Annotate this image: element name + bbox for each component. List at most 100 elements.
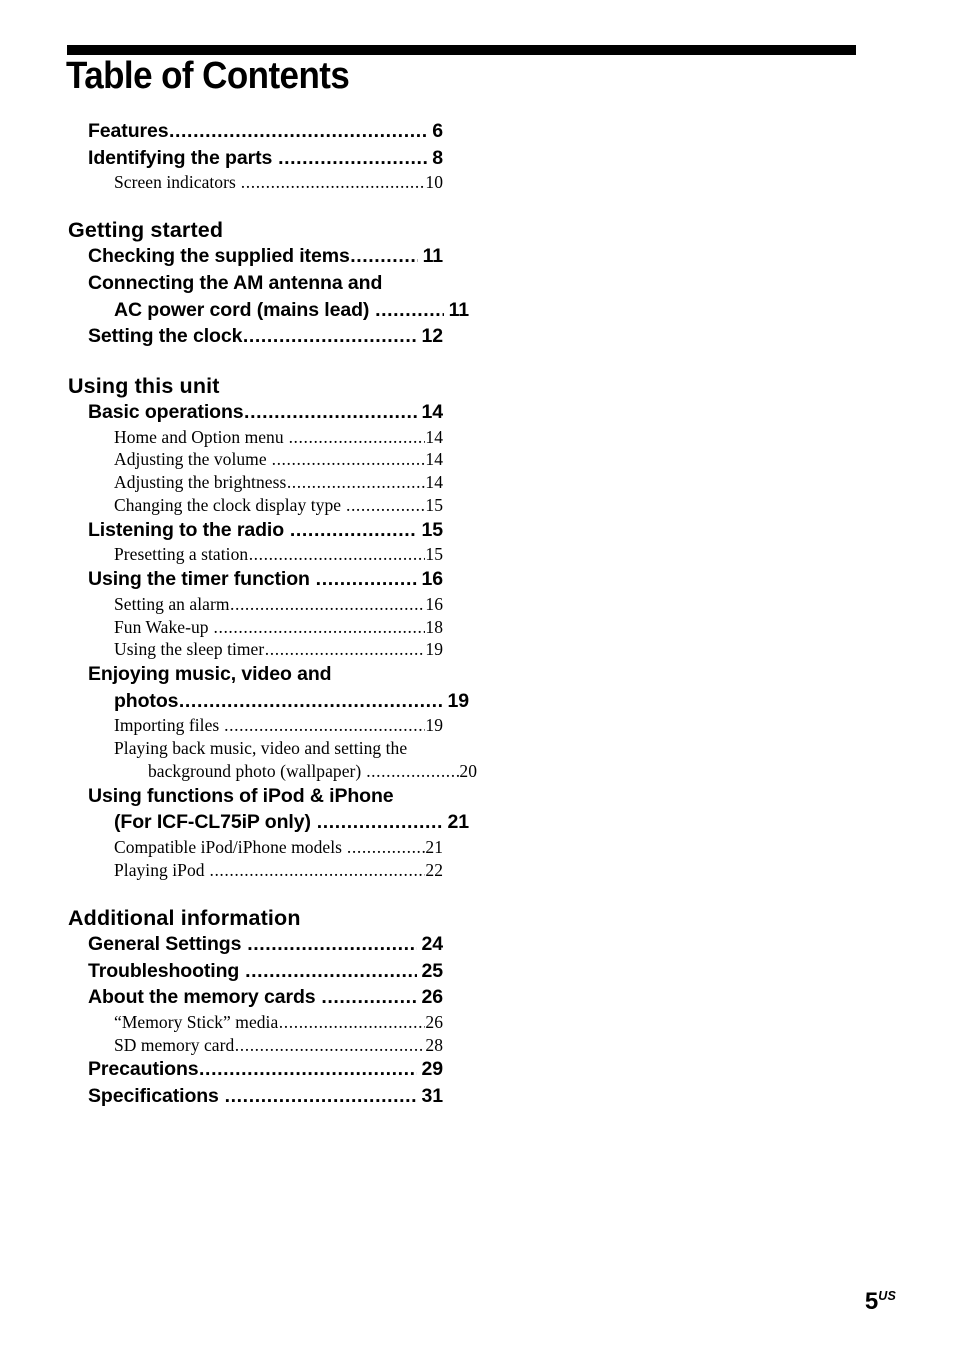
toc-page-number: 26: [421, 986, 444, 1009]
toc-entry-label: Adjusting the brightness: [114, 472, 287, 493]
toc-entry-row: Checking the supplied items 11: [88, 243, 443, 270]
toc-leader-dots: [346, 494, 425, 517]
toc-entry[interactable]: Home and Option menu 14: [114, 426, 443, 449]
toc-leader-dots: [179, 688, 443, 715]
toc-leader-dots: [224, 714, 425, 737]
toc-entry[interactable]: Troubleshooting 25: [88, 958, 443, 985]
toc-entry[interactable]: Screen indicators 10: [114, 171, 443, 194]
toc-entry-label: Using functions of iPod & iPhone: [88, 784, 394, 807]
toc-page-number: 21: [425, 837, 443, 857]
toc-entry[interactable]: Compatible iPod/iPhone models 21: [114, 836, 443, 859]
toc-leader-dots: [316, 566, 417, 593]
toc-entry-label: Checking the supplied items: [88, 245, 350, 268]
toc-entry-row: Setting an alarm 16: [114, 593, 443, 616]
toc-entry-row: Changing the clock display type 15: [114, 494, 443, 517]
toc-entry-label: Compatible iPod/iPhone models: [114, 837, 347, 857]
toc-entry[interactable]: SD memory card 28: [114, 1034, 443, 1057]
toc-leader-dots: [247, 931, 417, 958]
toc-entry[interactable]: Adjusting the brightness 14: [114, 471, 443, 494]
toc-entry[interactable]: Setting the clock 12: [88, 323, 443, 350]
toc-entry-label: Home and Option menu: [114, 426, 289, 447]
toc-leader-dots: [350, 243, 418, 270]
toc-entry[interactable]: Features 6: [88, 118, 443, 145]
toc-entry-row: Compatible iPod/iPhone models 21: [114, 836, 443, 859]
toc-entry[interactable]: Adjusting the volume 14: [114, 448, 443, 471]
toc-leader-dots: [199, 1056, 417, 1083]
toc-leader-dots: [249, 543, 425, 566]
toc-entry[interactable]: Fun Wake-up 18: [114, 616, 443, 639]
toc-entry[interactable]: Basic operations 14: [88, 399, 443, 426]
toc-entry[interactable]: Listening to the radio 15: [88, 517, 443, 544]
toc-entry-label: General Settings: [88, 932, 247, 955]
toc-entry[interactable]: Using functions of iPod & iPhone (For ICF…: [88, 783, 469, 836]
toc-entry[interactable]: Using the timer function 16: [88, 566, 443, 593]
toc-entry[interactable]: Using the sleep timer 19: [114, 638, 443, 661]
toc-page-number: 25: [421, 959, 444, 982]
toc-entry-label: “Memory Stick” media: [114, 1011, 279, 1032]
toc-leader-dots: [243, 323, 417, 350]
toc-page-number: 21: [447, 811, 470, 834]
toc-entry-row: Troubleshooting 25: [88, 958, 443, 985]
toc-page-number: 8: [432, 146, 443, 169]
toc-entry[interactable]: Precautions 29: [88, 1056, 443, 1083]
toc-entry-row: Playing iPod 22: [114, 859, 443, 882]
toc-entry-row: Identifying the parts 8: [88, 145, 443, 172]
footer-region-code: US: [878, 1289, 896, 1303]
toc-leader-dots: [214, 616, 425, 639]
toc-entry[interactable]: Connecting the AM antenna and AC power co…: [88, 270, 469, 323]
toc-entry[interactable]: Playing iPod 22: [114, 859, 443, 882]
toc-entry-label: Enjoying music, video and: [88, 663, 332, 686]
toc-entry-row: About the memory cards 26: [88, 984, 443, 1011]
toc-entry-label: Playing iPod: [114, 859, 209, 880]
footer-page-value: 5: [864, 1288, 879, 1315]
toc-leader-dots: [278, 145, 428, 172]
toc-page-number: 29: [421, 1058, 444, 1081]
toc-entry-label: Playing back music, video and setting th…: [114, 738, 408, 759]
toc-entry[interactable]: Presetting a station 15: [114, 543, 443, 566]
toc-page-number: 14: [425, 472, 443, 493]
toc-entry[interactable]: Importing files 19: [114, 714, 443, 737]
toc-page-number: 26: [425, 1011, 443, 1032]
toc-entry-label: Basic operations: [88, 401, 244, 424]
toc-entry[interactable]: “Memory Stick” media 26: [114, 1011, 443, 1034]
toc-entry-label: Listening to the radio: [88, 518, 290, 541]
toc-page-number: 22: [425, 859, 443, 880]
toc-page-number: 15: [425, 495, 443, 516]
toc-entry-row: Fun Wake-up 18: [114, 616, 443, 639]
toc-leader-dots: [169, 118, 428, 145]
toc-page-number: 15: [421, 518, 444, 541]
toc-page-number: 24: [421, 932, 444, 955]
header-rule: [67, 45, 856, 55]
toc-leader-dots: [245, 958, 417, 985]
toc-page-number: 16: [421, 568, 444, 591]
footer-page-number: 5US: [865, 1290, 896, 1314]
toc-leader-dots: [230, 593, 425, 616]
toc-entry-row: Basic operations 14: [88, 399, 443, 426]
toc-leader-dots: [241, 171, 425, 194]
toc-entry-label: Adjusting the volume: [114, 449, 272, 470]
toc-entry[interactable]: Changing the clock display type 15: [114, 494, 443, 517]
toc-entry-row: Features 6: [88, 118, 443, 145]
toc-entry-row: Precautions 29: [88, 1056, 443, 1083]
toc-entry-label: background photo (wallpaper): [148, 761, 366, 782]
toc-entry[interactable]: Checking the supplied items 11: [88, 243, 443, 270]
toc-entry-label: Features: [88, 120, 169, 142]
toc-entry[interactable]: Setting an alarm 16: [114, 593, 443, 616]
toc-entry-label: SD memory card: [114, 1034, 235, 1055]
toc-entry[interactable]: Identifying the parts 8: [88, 145, 443, 172]
toc-entry[interactable]: Playing back music, video and setting th…: [114, 737, 477, 783]
toc-entry[interactable]: Enjoying music, video and photos 19: [88, 661, 469, 715]
toc-leader-dots: [290, 517, 417, 544]
toc-entry[interactable]: Specifications 31: [88, 1083, 443, 1110]
toc-page-number: 10: [425, 172, 443, 193]
toc-entry[interactable]: About the memory cards 26: [88, 984, 443, 1011]
toc-leader-dots: [289, 426, 425, 449]
toc-entry-label: Using the sleep timer: [114, 639, 265, 660]
toc-leader-dots: [272, 448, 425, 471]
toc-entry[interactable]: General Settings 24: [88, 931, 443, 958]
toc-page-number: 28: [425, 1034, 443, 1055]
toc-entry-row: SD memory card 28: [114, 1034, 443, 1057]
toc-entry-row: “Memory Stick” media 26: [114, 1011, 443, 1034]
toc-page-number: 19: [425, 715, 443, 736]
